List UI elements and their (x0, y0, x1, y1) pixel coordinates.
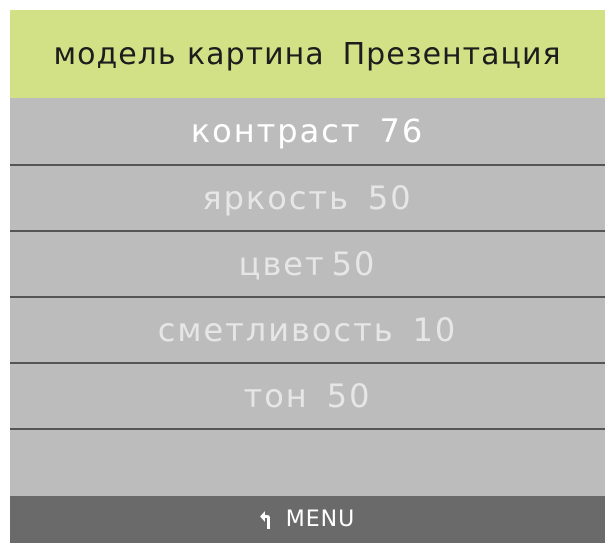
setting-label-contrast: контраст (190, 112, 362, 150)
setting-value-tint: 50 (326, 377, 372, 415)
osd-menu-panel: модель картина Презентация контраст 76 я… (10, 10, 605, 543)
return-arrow-icon (259, 510, 270, 529)
picture-mode-header[interactable]: модель картина Презентация (10, 10, 605, 98)
setting-row-contrast[interactable]: контраст 76 (10, 98, 605, 164)
empty-row (10, 430, 605, 496)
setting-row-tint[interactable]: тон 50 (10, 364, 605, 428)
setting-row-sharpness[interactable]: сметливость 10 (10, 298, 605, 362)
picture-mode-label: модель картина (53, 36, 325, 72)
setting-label-tint: тон (243, 377, 309, 415)
setting-value-contrast: 76 (379, 112, 425, 150)
setting-value-sharpness: 10 (412, 311, 458, 349)
setting-value-brightness: 50 (367, 179, 413, 217)
setting-value-color: 50 (331, 245, 377, 283)
menu-label: MENU (285, 507, 356, 532)
setting-row-color[interactable]: цвет 50 (10, 232, 605, 296)
setting-label-sharpness: сметливость (157, 311, 395, 349)
setting-label-color: цвет (238, 245, 326, 283)
setting-row-brightness[interactable]: яркость 50 (10, 166, 605, 230)
picture-mode-value: Презентация (342, 36, 562, 72)
setting-label-brightness: яркость (202, 179, 350, 217)
menu-return-button[interactable]: MENU (10, 496, 605, 543)
